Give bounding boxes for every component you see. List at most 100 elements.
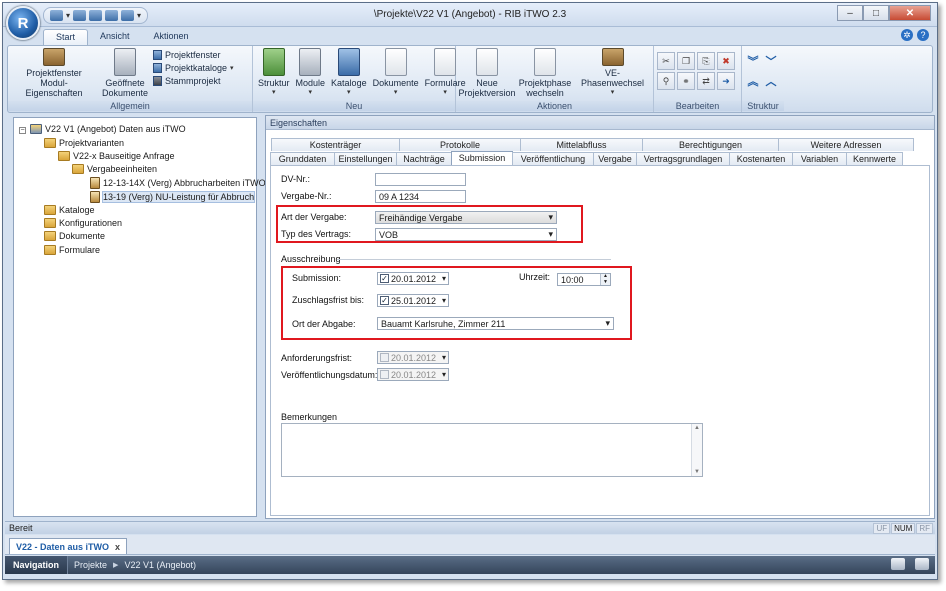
vergabeeinheit-icon [90,191,100,203]
tab-kostentraeger[interactable]: Kostenträger [271,138,400,151]
bemerkungen-scrollbar[interactable]: ▲ ▼ [691,424,702,476]
tab-start[interactable]: Start [43,29,89,45]
binoculars-icon[interactable]: ⚭ [677,72,695,90]
allgemein-small-buttons: Projektfenster Projektkataloge ▾ Stammpro… [153,48,234,98]
folder-icon [44,231,56,241]
veroeffentlichungsdatum-checkbox[interactable] [380,370,389,379]
stammprojekt-button[interactable]: Stammprojekt [153,76,234,86]
status-indicator-rf: RF [916,523,933,534]
veroeffentlichungsdatum-date-picker[interactable]: 20.01.2012 ▾ [377,368,449,381]
projektkataloge-button[interactable]: Projektkataloge ▾ [153,63,234,73]
scroll-up-icon[interactable]: ▲ [694,425,700,431]
vergabe-nr-field[interactable]: 09 A 1234 [375,190,466,203]
tree-item-projektvarianten[interactable]: Projektvarianten [44,138,124,148]
delete-icon[interactable]: ✖ [717,52,735,70]
projektfenster-button[interactable]: Projektfenster [153,50,234,60]
settings-icon[interactable]: ✲ [901,29,913,41]
zuschlagsfrist-checkbox[interactable]: ✓ [380,296,389,305]
neu-kataloge-button[interactable]: Kataloge ▾ [329,48,369,98]
submission-checkbox[interactable]: ✓ [380,274,389,283]
bemerkungen-textarea[interactable]: ▲ ▼ [281,423,703,477]
anforderungsfrist-date-picker[interactable]: 20.01.2012 ▾ [377,351,449,364]
copy-icon[interactable]: ❐ [677,52,695,70]
tree-item-ve-abbrucharbeiten[interactable]: 12-13-14X (Verg) Abbrucharbeiten iTWO [90,177,266,189]
paste-icon[interactable]: ⎘ [697,52,715,70]
help-icon[interactable]: ? [917,29,929,41]
breadcrumb-project[interactable]: V22 V1 (Angebot) [118,560,202,570]
geoeffnete-dokumente-button[interactable]: Geöffnete Dokumente [99,48,151,98]
tab-submission[interactable]: Submission [451,151,513,165]
tab-weitere-adressen[interactable]: Weitere Adressen [778,138,914,151]
tab-einstellungen[interactable]: Einstellungen [334,152,397,165]
tree-item-ve-nu-leistung[interactable]: 13-19 (Verg) NU-Leistung für Abbruch [90,191,256,203]
collapse-up-icon[interactable]: ︽ [745,72,761,90]
close-button[interactable]: ✕ [889,5,931,21]
ort-der-abgabe-select[interactable]: Bauamt Karlsruhe, Zimmer 211 [377,317,614,330]
uhrzeit-spinner[interactable]: 10:00 ▲ ▼ [557,273,611,286]
tab-vertragsgrundlagen[interactable]: Vertragsgrundlagen [636,152,730,165]
tab-vergabe[interactable]: Vergabe [593,152,637,165]
breadcrumb-projekte[interactable]: Projekte [68,560,113,570]
neu-struktur-button[interactable]: Struktur ▾ [256,48,292,98]
tab-aktionen[interactable]: Aktionen [142,29,201,45]
tree-item-kataloge[interactable]: Kataloge [44,205,95,215]
tab-variablen[interactable]: Variablen [792,152,847,165]
chevron-down-icon: ▾ [308,89,313,96]
window-controls: – □ ✕ [837,5,931,21]
window-icon[interactable] [915,558,929,570]
ribbon-tabs: Start Ansicht Aktionen [43,29,201,45]
submission-date-picker[interactable]: ✓ 20.01.2012 ▾ [377,272,449,285]
ve-phasenwechsel-button[interactable]: VE-Phasenwechsel ▾ [575,48,650,98]
projektfenster-modul-button[interactable]: Projektfenster Modul-Eigenschaften [11,48,97,98]
scroll-down-icon[interactable]: ▼ [694,469,700,475]
status-indicators: UF NUM RF [873,523,933,534]
kataloge-icon [337,48,360,76]
tree-item-vergabeeinheiten[interactable]: Vergabeeinheiten [72,164,157,174]
group-label-struktur: Struktur [742,101,784,111]
tab-protokolle[interactable]: Protokolle [399,138,521,151]
zuschlagsfrist-label: Zuschlagsfrist bis: [292,295,365,305]
window-title: \Projekte\V22 V1 (Angebot) - RIB iTWO 2.… [373,9,567,20]
folder-open-icon [44,138,56,148]
art-der-vergabe-select[interactable]: Freihändige Vergabe [375,211,557,224]
navigation-title[interactable]: Navigation [5,556,69,574]
neu-module-button[interactable]: Module ▾ [294,48,328,98]
replace-icon[interactable]: ⇄ [697,72,715,90]
zuschlagsfrist-date-picker[interactable]: ✓ 25.01.2012 ▾ [377,294,449,307]
neue-projektversion-button[interactable]: Neue Projektversion [459,48,516,98]
typ-des-vertrags-select[interactable]: VOB [375,228,557,241]
tree-item-formulare[interactable]: Formulare [44,245,100,255]
anforderungsfrist-checkbox[interactable] [380,353,389,362]
tab-ansicht[interactable]: Ansicht [88,29,142,45]
cut-icon[interactable]: ✂ [657,52,675,70]
tab-veroeffentlichung[interactable]: Veröffentlichung [512,152,594,165]
minimize-button[interactable]: – [837,5,863,21]
tree-item-konfigurationen[interactable]: Konfigurationen [44,218,122,228]
goto-icon[interactable]: ➜ [717,72,735,90]
spin-down-icon[interactable]: ▼ [601,279,610,285]
projektphase-wechseln-button[interactable]: Projektphase wechseln [517,48,573,98]
close-tab-icon[interactable]: x [115,542,120,552]
tab-nachtraege[interactable]: Nachträge [396,152,452,165]
tab-grunddaten[interactable]: Grunddaten [270,152,335,165]
maximize-button[interactable]: □ [863,5,889,21]
tree-collapse-toggle[interactable]: − [19,127,26,134]
typ-des-vertrags-label: Typ des Vertrags: [281,229,352,239]
find-icon[interactable]: ⚲ [657,72,675,90]
tree-item-root[interactable]: V22 V1 (Angebot) Daten aus iTWO [30,124,186,134]
document-tab[interactable]: V22 - Daten aus iTWO x [9,538,128,554]
print-icon[interactable] [891,558,905,570]
tree-item-variant[interactable]: V22-x Bauseitige Anfrage [58,151,175,161]
tab-berechtigungen[interactable]: Berechtigungen [642,138,779,151]
tree-item-dokumente[interactable]: Dokumente [44,231,105,241]
application-menu-button[interactable]: R [6,6,40,40]
neu-dokumente-button[interactable]: Dokumente ▾ [371,48,421,98]
tab-kostenarten[interactable]: Kostenarten [729,152,793,165]
struktur-buttons: ︾ ﹀ ︽ ︿ [745,48,779,98]
tab-mittelabfluss[interactable]: Mittelabfluss [520,138,643,151]
dv-nr-field[interactable] [375,173,466,186]
tab-kennwerte[interactable]: Kennwerte [846,152,903,165]
expand-down-icon[interactable]: ︾ [745,52,761,70]
chevron-down-icon[interactable]: ﹀ [763,52,779,70]
chevron-up-icon[interactable]: ︿ [763,72,779,90]
